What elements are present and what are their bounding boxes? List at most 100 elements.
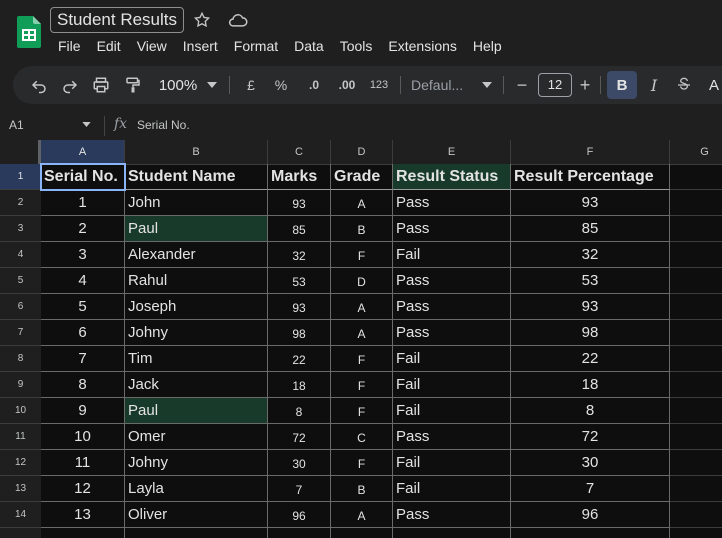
cell[interactable]: F xyxy=(331,242,393,268)
number-format-button[interactable]: 123 xyxy=(367,66,391,104)
menu-help[interactable]: Help xyxy=(465,36,510,56)
row-header[interactable]: 6 xyxy=(0,294,41,320)
cell[interactable]: 93 xyxy=(268,294,331,320)
cell[interactable]: C xyxy=(331,424,393,450)
cell[interactable] xyxy=(670,164,722,190)
row-header[interactable]: 1 xyxy=(0,164,41,190)
cell[interactable]: 7 xyxy=(511,476,670,502)
cell[interactable] xyxy=(670,476,722,502)
cell[interactable]: B xyxy=(331,216,393,242)
cell[interactable]: Pass xyxy=(393,320,511,346)
row-header[interactable]: 9 xyxy=(0,372,41,398)
cell[interactable] xyxy=(670,346,722,372)
column-header-a[interactable]: A xyxy=(41,140,125,164)
cell[interactable]: A xyxy=(331,320,393,346)
header-cell[interactable]: Marks xyxy=(268,164,331,190)
italic-button[interactable]: I xyxy=(643,66,665,104)
cell[interactable]: 96 xyxy=(511,502,670,528)
undo-icon[interactable] xyxy=(27,66,51,104)
row-header[interactable]: 3 xyxy=(0,216,41,242)
percent-format-button[interactable]: % xyxy=(271,66,291,104)
cell[interactable]: 6 xyxy=(41,320,125,346)
menu-insert[interactable]: Insert xyxy=(175,36,226,56)
cell[interactable] xyxy=(670,424,722,450)
row-header[interactable]: 13 xyxy=(0,476,41,502)
cell[interactable] xyxy=(670,398,722,424)
cell[interactable]: Rahul xyxy=(125,268,268,294)
row-header[interactable]: 10 xyxy=(0,398,41,424)
cell[interactable]: Fail xyxy=(393,450,511,476)
header-cell[interactable]: Result Percentage xyxy=(511,164,670,190)
zoom-select[interactable]: 100% xyxy=(155,66,201,104)
cell[interactable]: 13 xyxy=(41,502,125,528)
column-header-c[interactable]: C xyxy=(268,140,331,164)
cell[interactable] xyxy=(670,294,722,320)
cell[interactable]: 22 xyxy=(511,346,670,372)
menu-view[interactable]: View xyxy=(129,36,175,56)
star-icon[interactable] xyxy=(193,11,211,29)
currency-format-button[interactable]: £ xyxy=(241,66,261,104)
row-header[interactable]: 14 xyxy=(0,502,41,528)
cell[interactable]: 93 xyxy=(511,294,670,320)
chevron-down-icon[interactable] xyxy=(480,66,494,104)
cell[interactable]: 22 xyxy=(268,346,331,372)
cell[interactable]: 98 xyxy=(511,320,670,346)
cell[interactable]: 12 xyxy=(41,476,125,502)
cell[interactable]: Joseph xyxy=(125,294,268,320)
column-header-e[interactable]: E xyxy=(393,140,511,164)
row-header[interactable]: 11 xyxy=(0,424,41,450)
cell[interactable] xyxy=(125,528,268,538)
row-header[interactable] xyxy=(0,528,41,538)
strikethrough-icon[interactable] xyxy=(673,66,695,104)
header-cell[interactable]: Grade xyxy=(331,164,393,190)
column-header-f[interactable]: F xyxy=(511,140,670,164)
cell[interactable] xyxy=(670,268,722,294)
menu-tools[interactable]: Tools xyxy=(332,36,381,56)
row-header[interactable]: 8 xyxy=(0,346,41,372)
font-family-select[interactable]: Defaul... xyxy=(411,66,471,104)
cell[interactable]: Pass xyxy=(393,502,511,528)
header-cell[interactable]: Result Status xyxy=(393,164,511,190)
cell[interactable]: F xyxy=(331,450,393,476)
cell[interactable]: Paul xyxy=(125,216,268,242)
cell[interactable]: Layla xyxy=(125,476,268,502)
cell[interactable]: Omer xyxy=(125,424,268,450)
cell[interactable]: 93 xyxy=(511,190,670,216)
cell[interactable]: 11 xyxy=(41,450,125,476)
cell[interactable]: Pass xyxy=(393,190,511,216)
cell[interactable] xyxy=(670,502,722,528)
row-header[interactable]: 2 xyxy=(0,190,41,216)
font-size-input[interactable]: 12 xyxy=(538,73,572,97)
redo-icon[interactable] xyxy=(58,66,82,104)
cell[interactable]: A xyxy=(331,190,393,216)
cell[interactable]: Tim xyxy=(125,346,268,372)
cell[interactable]: Pass xyxy=(393,268,511,294)
menu-edit[interactable]: Edit xyxy=(89,36,129,56)
cell[interactable]: 53 xyxy=(511,268,670,294)
header-cell[interactable]: Student Name xyxy=(125,164,268,190)
row-header[interactable]: 12 xyxy=(0,450,41,476)
cell[interactable]: Johny xyxy=(125,320,268,346)
cell[interactable]: 5 xyxy=(41,294,125,320)
cell[interactable]: 10 xyxy=(41,424,125,450)
name-box[interactable]: A1 xyxy=(9,118,24,132)
cell[interactable]: Oliver xyxy=(125,502,268,528)
cell[interactable]: F xyxy=(331,372,393,398)
menu-data[interactable]: Data xyxy=(286,36,332,56)
cell[interactable]: Pass xyxy=(393,216,511,242)
cell[interactable]: Paul xyxy=(125,398,268,424)
cell[interactable] xyxy=(670,528,722,538)
cell[interactable]: Fail xyxy=(393,242,511,268)
cell[interactable]: 72 xyxy=(268,424,331,450)
cell[interactable]: 3 xyxy=(41,242,125,268)
column-header-b[interactable]: B xyxy=(125,140,268,164)
cell[interactable]: John xyxy=(125,190,268,216)
cell[interactable]: 32 xyxy=(511,242,670,268)
cell[interactable]: Alexander xyxy=(125,242,268,268)
cell[interactable]: Fail xyxy=(393,476,511,502)
cell[interactable] xyxy=(393,528,511,538)
cell[interactable]: Jack xyxy=(125,372,268,398)
chevron-down-icon[interactable] xyxy=(205,66,219,104)
cell[interactable]: D xyxy=(331,268,393,294)
cell[interactable]: Johny xyxy=(125,450,268,476)
